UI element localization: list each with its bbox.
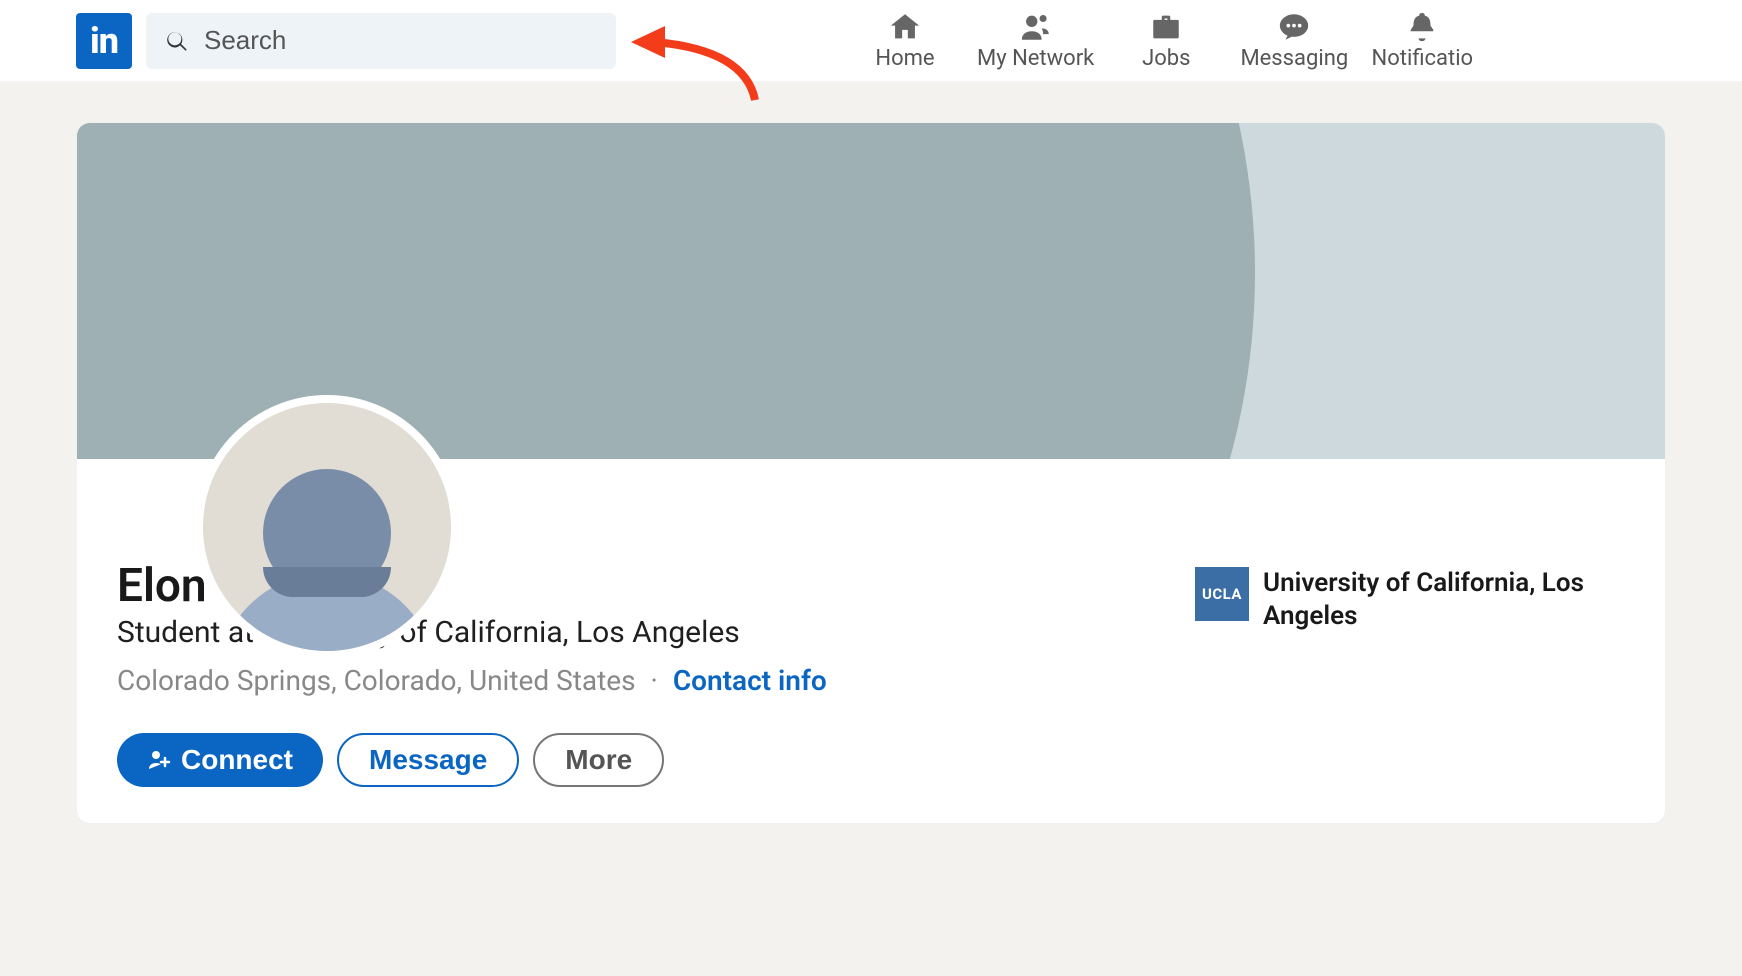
avatar-container[interactable]: [195, 395, 459, 659]
nav-jobs-label: Jobs: [1142, 46, 1190, 71]
more-button[interactable]: More: [533, 733, 664, 787]
chat-icon: [1277, 10, 1311, 44]
nav-home[interactable]: Home: [841, 6, 969, 75]
message-label: Message: [369, 744, 487, 776]
avatar-placeholder-icon: [203, 403, 451, 651]
home-icon: [888, 10, 922, 44]
briefcase-icon: [1149, 10, 1183, 44]
search-icon: [164, 28, 190, 54]
nav-network[interactable]: My Network: [969, 6, 1102, 75]
nav-jobs[interactable]: Jobs: [1102, 6, 1230, 75]
top-nav: in Home My Network Jobs Messaging Notifi…: [0, 0, 1742, 82]
search-box[interactable]: [146, 13, 616, 69]
nav-items: Home My Network Jobs Messaging Notificat…: [841, 6, 1486, 75]
cover-decoration: [77, 123, 1255, 459]
nav-notifications-label: Notificatio: [1372, 46, 1474, 71]
education-logo: UCLA: [1195, 567, 1249, 621]
linkedin-logo-text: in: [90, 20, 118, 62]
more-label: More: [565, 744, 632, 776]
connect-label: Connect: [181, 744, 293, 776]
education-logo-text: UCLA: [1202, 585, 1242, 603]
profile-location: Colorado Springs, Colorado, United State…: [117, 664, 636, 697]
contact-info-link[interactable]: Contact info: [673, 664, 827, 697]
profile-education: UCLA University of California, Los Angel…: [1195, 559, 1625, 787]
nav-home-label: Home: [875, 46, 934, 71]
bell-icon: [1405, 10, 1439, 44]
education-name: University of California, Los Angeles: [1263, 567, 1625, 632]
person-add-icon: [147, 748, 171, 772]
education-row[interactable]: UCLA University of California, Los Angel…: [1195, 567, 1625, 632]
people-icon: [1019, 10, 1053, 44]
profile-card: Elon Musk Student at University of Calif…: [76, 122, 1666, 824]
nav-messaging[interactable]: Messaging: [1230, 6, 1358, 75]
separator-dot: ·: [651, 664, 658, 697]
nav-network-label: My Network: [977, 46, 1094, 71]
search-input[interactable]: [204, 25, 598, 56]
linkedin-logo[interactable]: in: [76, 13, 132, 69]
connect-button[interactable]: Connect: [117, 733, 323, 787]
profile-location-row: Colorado Springs, Colorado, United State…: [117, 664, 1195, 697]
message-button[interactable]: Message: [337, 733, 519, 787]
nav-notifications[interactable]: Notificatio: [1358, 6, 1486, 75]
nav-messaging-label: Messaging: [1240, 46, 1348, 71]
action-buttons: Connect Message More: [117, 733, 1195, 787]
